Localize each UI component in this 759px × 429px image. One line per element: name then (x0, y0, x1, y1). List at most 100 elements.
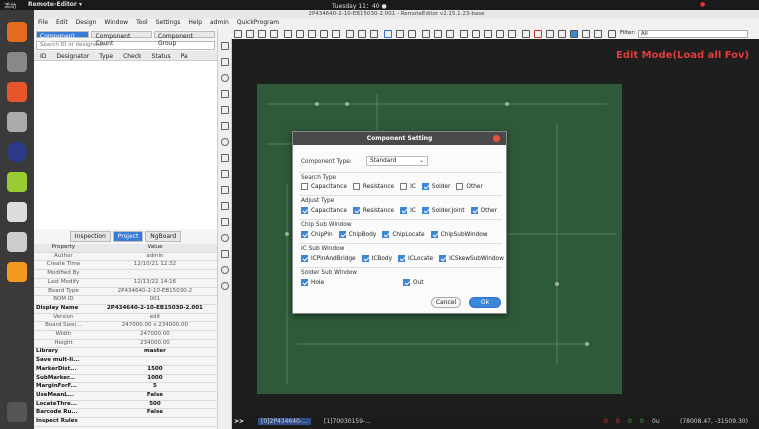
circle-tool-icon[interactable] (221, 138, 229, 146)
save-icon[interactable] (270, 30, 278, 38)
chart-icon[interactable] (496, 30, 504, 38)
firefox-icon[interactable] (7, 22, 27, 42)
solder-out-checkbox[interactable] (403, 279, 410, 286)
grid-tool-icon[interactable] (221, 106, 229, 114)
col-check[interactable]: Check (123, 53, 141, 60)
property-row[interactable]: Barcode Ru... False (34, 408, 217, 419)
component-list[interactable] (34, 61, 217, 229)
ic-pin-bridge-checkbox[interactable] (301, 255, 308, 262)
adjust-capacitance-checkbox[interactable] (301, 207, 308, 214)
phone-tool-icon[interactable] (221, 250, 229, 258)
col-id[interactable]: ID (40, 53, 46, 60)
terminal-icon[interactable] (7, 232, 27, 252)
property-row[interactable]: Width 247000.00 (34, 330, 217, 340)
frame-tool-icon[interactable] (221, 154, 229, 162)
paste-icon[interactable] (308, 30, 316, 38)
adjust-solder-joint-checkbox[interactable] (421, 207, 429, 214)
alert-icon[interactable] (534, 30, 542, 38)
property-row[interactable]: Author admin (34, 252, 217, 262)
ic-locate-checkbox[interactable] (398, 255, 406, 262)
property-value[interactable]: admin (92, 252, 217, 262)
select-tool-icon[interactable] (221, 42, 229, 50)
search-capacitance-checkbox[interactable] (301, 183, 308, 190)
ok-button[interactable]: Ok (469, 297, 501, 308)
component-search-input[interactable]: Search ID or designator... (36, 41, 215, 50)
property-row[interactable]: BOM ID 001 (34, 295, 217, 305)
property-value[interactable]: 12/10/21 12:32 (92, 260, 217, 271)
property-value[interactable]: 234000.00 (92, 339, 217, 349)
menu-file[interactable]: File (38, 19, 48, 28)
check-icon[interactable] (522, 30, 530, 38)
settings-icon[interactable] (7, 172, 27, 192)
settings-gear-icon[interactable] (346, 30, 354, 38)
undo-icon[interactable] (320, 30, 328, 38)
property-row[interactable]: Version edit (34, 313, 217, 323)
property-value[interactable] (92, 417, 217, 427)
chip-body-checkbox[interactable] (338, 231, 346, 238)
zoom-in-icon[interactable] (384, 30, 392, 38)
mirror-icon[interactable] (460, 30, 468, 38)
link-icon[interactable] (446, 30, 454, 38)
col-status[interactable]: Status (152, 53, 171, 60)
chip-pin-checkbox[interactable] (301, 231, 308, 238)
software-icon[interactable] (7, 82, 27, 102)
editor-icon[interactable] (7, 262, 27, 282)
property-row[interactable]: MarginForF... 5 (34, 382, 217, 392)
table-icon[interactable] (434, 30, 442, 38)
component-type-select[interactable]: Standard ⌄ (366, 156, 428, 166)
property-value[interactable]: 247000.00 x 234000.00 (92, 321, 217, 332)
property-value[interactable]: 1500 (92, 365, 217, 375)
app-icon[interactable] (7, 112, 27, 132)
filter-icon[interactable] (608, 30, 616, 38)
menu-admin[interactable]: admin (210, 19, 229, 28)
property-row[interactable]: Last Modify 12/13/22 14:16 (34, 278, 217, 288)
arrows-icon[interactable] (594, 30, 602, 38)
property-row[interactable]: Height 234000.00 (34, 339, 217, 349)
tab-component-list[interactable]: Component List (36, 31, 90, 47)
rotate-icon[interactable] (472, 30, 480, 38)
property-value[interactable]: edit (92, 313, 217, 323)
reset-tool-icon[interactable] (221, 234, 229, 242)
property-value[interactable]: 5 (92, 382, 217, 392)
tab-ngboard[interactable]: NgBoard (145, 231, 182, 242)
chip-locate-checkbox[interactable] (382, 231, 390, 238)
filter-select[interactable]: All (638, 30, 748, 38)
camera-icon[interactable] (7, 202, 27, 222)
property-value[interactable] (92, 356, 217, 366)
property-row[interactable]: Board Type 2P434640-2-10-EB15030-2 (34, 287, 217, 297)
layer-tool-icon[interactable] (221, 122, 229, 130)
copy-icon[interactable] (296, 30, 304, 38)
layout-icon[interactable] (508, 30, 516, 38)
property-row[interactable]: Create Time 12/10/21 12:32 (34, 260, 217, 271)
board-tab-1[interactable]: [1]70030159-... (324, 418, 371, 425)
property-row[interactable]: UseMeanL... False (34, 391, 217, 401)
align-icon[interactable] (484, 30, 492, 38)
app-grid-icon[interactable] (7, 402, 27, 422)
board-tab-0[interactable]: [0]2P434640-... (258, 418, 311, 425)
tab-component-group[interactable]: Component Group (154, 31, 215, 47)
clock[interactable]: Tuesday 11：40 ● (332, 1, 387, 10)
zoom-out-icon[interactable] (396, 30, 404, 38)
more-tabs-icon[interactable]: >> (234, 418, 244, 425)
zoom-indicator-icon[interactable] (234, 30, 242, 38)
search-other-checkbox[interactable] (456, 183, 464, 190)
grid-view-icon[interactable] (370, 30, 378, 38)
status-tray-icon[interactable]: ● (700, 1, 705, 8)
property-value[interactable]: 500 (92, 400, 217, 410)
property-value[interactable]: False (92, 408, 217, 419)
clear-tool-icon[interactable] (221, 218, 229, 226)
property-value[interactable]: False (92, 391, 217, 401)
zoom-fit-icon[interactable] (358, 30, 366, 38)
property-value[interactable]: 12/13/22 14:16 (92, 278, 217, 288)
col-designator[interactable]: Designator (56, 53, 89, 60)
close-icon[interactable] (493, 135, 500, 142)
col-pa[interactable]: Pa (181, 53, 188, 60)
tab-project[interactable]: Project (112, 231, 144, 242)
fov-icon[interactable] (546, 30, 554, 38)
property-value[interactable]: 2P434640-2-10-EB15030-2 (92, 287, 217, 297)
search-solder-checkbox[interactable] (421, 183, 429, 190)
tab-component-count[interactable]: Component Count (91, 31, 153, 47)
menu-design[interactable]: Design (76, 19, 97, 28)
app-menu[interactable]: Remote-Editor ▾ (28, 1, 82, 8)
box-tool-icon[interactable] (221, 202, 229, 210)
